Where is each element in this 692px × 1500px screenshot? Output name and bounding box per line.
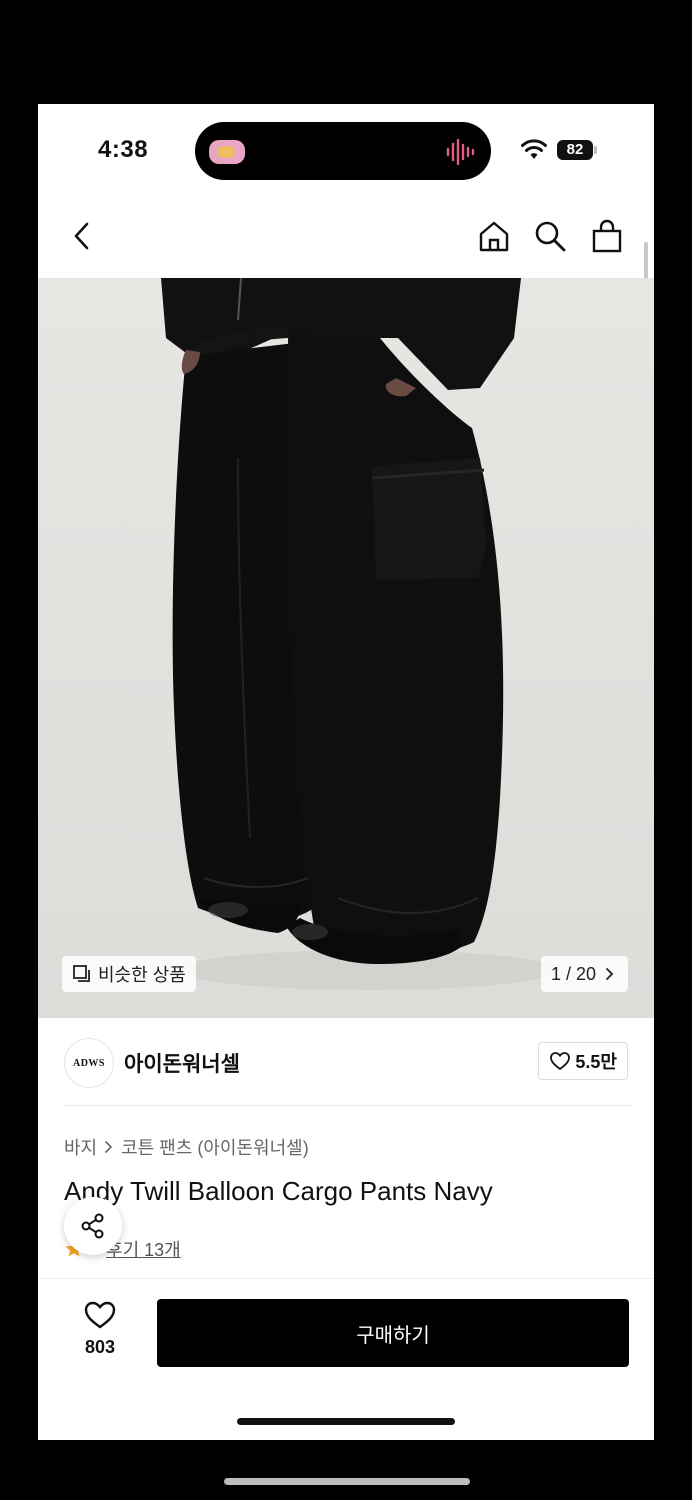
breadcrumb-subcategory[interactable]: 코튼 팬츠 (아이돈워너셀) <box>121 1134 309 1160</box>
heart-icon <box>84 1301 116 1329</box>
brand-logo-text: ADWS <box>72 1057 105 1069</box>
wifi-icon <box>521 139 547 159</box>
brand-logo[interactable]: ADWS <box>64 1038 114 1088</box>
outer-home-indicator <box>224 1478 470 1485</box>
status-bar: 4:38 82 <box>38 104 654 196</box>
breadcrumb: 바지 코튼 팬츠 (아이돈워너셀) <box>64 1134 309 1160</box>
image-counter-button[interactable]: 1 / 20 <box>540 956 628 992</box>
chevron-right-icon <box>606 968 614 980</box>
bottom-bar-divider <box>38 1278 654 1279</box>
status-time: 4:38 <box>98 136 149 163</box>
home-indicator[interactable] <box>237 1418 455 1425</box>
breadcrumb-category[interactable]: 바지 <box>64 1134 97 1160</box>
search-button[interactable] <box>530 216 570 256</box>
app-icon <box>209 140 245 164</box>
dynamic-island[interactable] <box>195 122 491 180</box>
brand-like-button[interactable]: 5.5만 <box>538 1042 628 1080</box>
heart-icon <box>550 1052 571 1070</box>
product-image[interactable]: 비슷한 상품 1 / 20 <box>38 278 654 1018</box>
chevron-right-icon <box>105 1141 113 1153</box>
search-icon <box>535 221 566 252</box>
wishlist-count: 803 <box>84 1337 116 1357</box>
similar-products-button[interactable]: 비슷한 상품 <box>62 956 196 992</box>
home-icon <box>479 221 509 252</box>
shopping-bag-icon <box>592 219 622 253</box>
brand-row: ADWS 아이돈워너셀 5.5만 <box>38 1018 654 1106</box>
image-counter: 1 / 20 <box>550 963 596 984</box>
product-photo <box>161 278 558 990</box>
copy-icon <box>73 965 90 982</box>
wishlist-button[interactable]: 803 <box>74 1300 126 1358</box>
home-button[interactable] <box>474 216 514 256</box>
top-nav <box>38 196 654 278</box>
app-screen: 4:38 82 비슷한 상품 1 / 20 ADWS 아이돈워너셀 5.5만 바… <box>38 104 654 1440</box>
back-button[interactable] <box>62 216 102 256</box>
cart-button[interactable] <box>587 216 627 256</box>
back-icon <box>74 222 89 250</box>
divider <box>64 1105 632 1106</box>
share-icon <box>81 1213 104 1239</box>
audio-wave-icon <box>446 138 475 166</box>
battery-icon: 82 <box>557 140 597 160</box>
brand-name[interactable]: 아이돈워너셀 <box>124 1048 240 1078</box>
product-title: Andy Twill Balloon Cargo Pants Navy <box>64 1176 493 1206</box>
buy-button-label: 구매하기 <box>356 1324 430 1347</box>
share-button[interactable] <box>64 1197 122 1255</box>
similar-products-label: 비슷한 상품 <box>98 965 186 985</box>
buy-button[interactable]: 구매하기 <box>157 1299 629 1367</box>
brand-like-count: 5.5만 <box>575 1052 617 1072</box>
